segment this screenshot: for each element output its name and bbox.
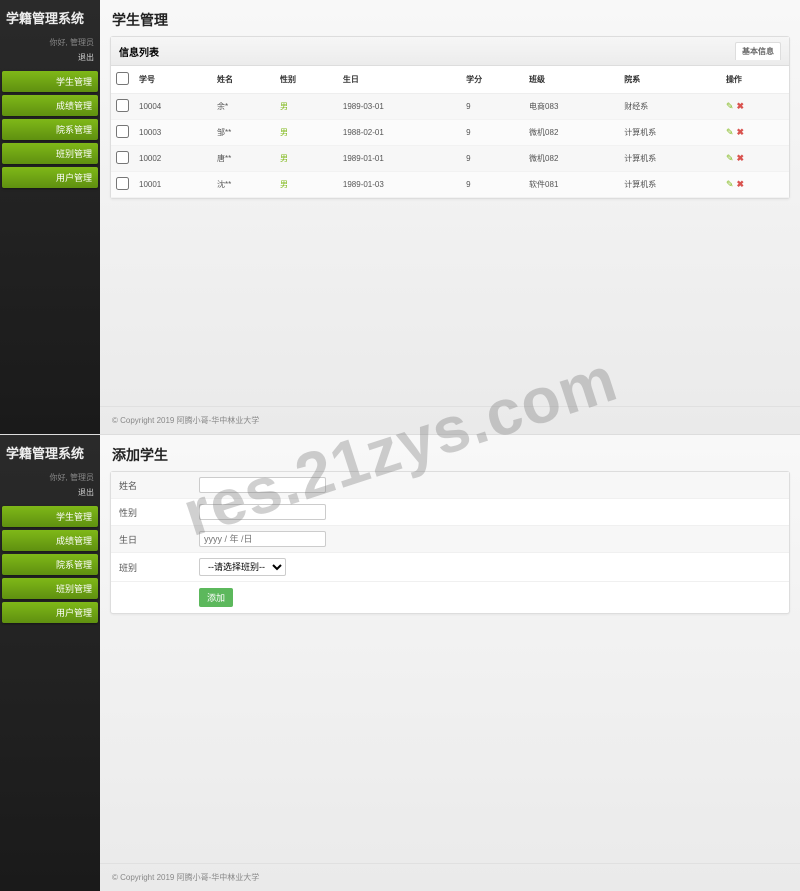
- footer: © Copyright 2019 阿腾小哥-华中林业大学: [100, 406, 800, 434]
- nav-grade[interactable]: 成绩管理: [2, 530, 98, 551]
- cell-id: 10001: [134, 172, 212, 198]
- delete-icon[interactable]: ✖: [736, 101, 744, 112]
- col-header: [111, 66, 134, 94]
- table-row: 10002唐**男1989-01-019微机082计算机系 ✎✖: [111, 146, 789, 172]
- cell-birth: 1989-01-03: [338, 172, 461, 198]
- nav-grade[interactable]: 成绩管理: [2, 95, 98, 116]
- greeting: 你好, 管理员: [0, 470, 100, 485]
- nav-student[interactable]: 学生管理: [2, 71, 98, 92]
- delete-icon[interactable]: ✖: [736, 179, 744, 190]
- cell-birth: 1989-03-01: [338, 94, 461, 120]
- logout-link[interactable]: 退出: [0, 485, 100, 506]
- delete-icon[interactable]: ✖: [736, 127, 744, 138]
- input-name[interactable]: [199, 477, 326, 493]
- cell-class: 电商083: [524, 94, 619, 120]
- cell-id: 10002: [134, 146, 212, 172]
- cell-gender: 男: [275, 146, 338, 172]
- select-class[interactable]: --请选择班别--: [199, 558, 286, 576]
- row-checkbox[interactable]: [116, 125, 129, 138]
- app-title: 学籍管理系统: [0, 435, 100, 470]
- row-checkbox[interactable]: [116, 151, 129, 164]
- cell-name: 沈**: [212, 172, 275, 198]
- row-checkbox[interactable]: [116, 99, 129, 112]
- edit-icon[interactable]: ✎: [726, 101, 734, 112]
- cell-class: 软件081: [524, 172, 619, 198]
- label-birth: 生日: [119, 533, 199, 546]
- edit-icon[interactable]: ✎: [726, 127, 734, 138]
- col-header: 操作: [721, 66, 789, 94]
- cell-class: 微机082: [524, 146, 619, 172]
- cell-credit: 9: [461, 146, 524, 172]
- nav-class[interactable]: 班别管理: [2, 143, 98, 164]
- sidebar: 学籍管理系统 你好, 管理员 退出 学生管理 成绩管理 院系管理 班别管理 用户…: [0, 0, 100, 434]
- col-header: 班级: [524, 66, 619, 94]
- cell-id: 10003: [134, 120, 212, 146]
- table-row: 10004余*男1989-03-019电商083财经系 ✎✖: [111, 94, 789, 120]
- row-checkbox[interactable]: [116, 177, 129, 190]
- nav: 学生管理 成绩管理 院系管理 班别管理 用户管理: [0, 506, 100, 623]
- table-row: 10001沈**男1989-01-039软件081计算机系 ✎✖: [111, 172, 789, 198]
- col-header: 院系: [619, 66, 721, 94]
- cell-credit: 9: [461, 94, 524, 120]
- footer: © Copyright 2019 阿腾小哥-华中林业大学: [100, 863, 800, 891]
- label-class: 班别: [119, 561, 199, 574]
- label-gender: 性别: [119, 506, 199, 519]
- tab-basic-info[interactable]: 基本信息: [735, 42, 781, 60]
- submit-button[interactable]: 添加: [199, 588, 233, 607]
- col-header: 学号: [134, 66, 212, 94]
- checkbox-all[interactable]: [116, 72, 129, 85]
- main-content: 添加学生 姓名 性别 生日 班别 --请选择班别-- 添加 © Copyrigh…: [100, 435, 800, 891]
- info-panel: 信息列表 基本信息 学号姓名性别生日学分班级院系操作 10004余*男1989-…: [110, 36, 790, 199]
- cell-name: 余*: [212, 94, 275, 120]
- add-form-panel: 姓名 性别 生日 班别 --请选择班别-- 添加: [110, 471, 790, 614]
- label-name: 姓名: [119, 479, 199, 492]
- sidebar: 学籍管理系统 你好, 管理员 退出 学生管理 成绩管理 院系管理 班别管理 用户…: [0, 435, 100, 891]
- cell-dept: 计算机系: [619, 120, 721, 146]
- cell-name: 唐**: [212, 146, 275, 172]
- cell-gender: 男: [275, 94, 338, 120]
- col-header: 学分: [461, 66, 524, 94]
- cell-dept: 计算机系: [619, 146, 721, 172]
- page-title: 学生管理: [100, 0, 800, 36]
- nav-class[interactable]: 班别管理: [2, 578, 98, 599]
- nav-dept[interactable]: 院系管理: [2, 119, 98, 140]
- cell-birth: 1988-02-01: [338, 120, 461, 146]
- cell-dept: 计算机系: [619, 172, 721, 198]
- delete-icon[interactable]: ✖: [736, 153, 744, 164]
- cell-id: 10004: [134, 94, 212, 120]
- cell-credit: 9: [461, 120, 524, 146]
- nav: 学生管理 成绩管理 院系管理 班别管理 用户管理: [0, 71, 100, 188]
- input-gender[interactable]: [199, 504, 326, 520]
- cell-credit: 9: [461, 172, 524, 198]
- col-header: 性别: [275, 66, 338, 94]
- cell-name: 邹**: [212, 120, 275, 146]
- app-title: 学籍管理系统: [0, 0, 100, 35]
- cell-gender: 男: [275, 172, 338, 198]
- col-header: 姓名: [212, 66, 275, 94]
- logout-link[interactable]: 退出: [0, 50, 100, 71]
- nav-student[interactable]: 学生管理: [2, 506, 98, 527]
- student-table: 学号姓名性别生日学分班级院系操作 10004余*男1989-03-019电商08…: [111, 66, 789, 198]
- nav-user[interactable]: 用户管理: [2, 602, 98, 623]
- panel-header: 信息列表 基本信息: [111, 37, 789, 66]
- greeting: 你好, 管理员: [0, 35, 100, 50]
- page-title: 添加学生: [100, 435, 800, 471]
- input-birth[interactable]: [199, 531, 326, 547]
- edit-icon[interactable]: ✎: [726, 179, 734, 190]
- panel-title: 信息列表: [119, 44, 159, 59]
- col-header: 生日: [338, 66, 461, 94]
- cell-gender: 男: [275, 120, 338, 146]
- edit-icon[interactable]: ✎: [726, 153, 734, 164]
- main-content: 学生管理 信息列表 基本信息 学号姓名性别生日学分班级院系操作 10004余*男…: [100, 0, 800, 434]
- nav-dept[interactable]: 院系管理: [2, 554, 98, 575]
- cell-dept: 财经系: [619, 94, 721, 120]
- cell-birth: 1989-01-01: [338, 146, 461, 172]
- nav-user[interactable]: 用户管理: [2, 167, 98, 188]
- table-row: 10003邹**男1988-02-019微机082计算机系 ✎✖: [111, 120, 789, 146]
- cell-class: 微机082: [524, 120, 619, 146]
